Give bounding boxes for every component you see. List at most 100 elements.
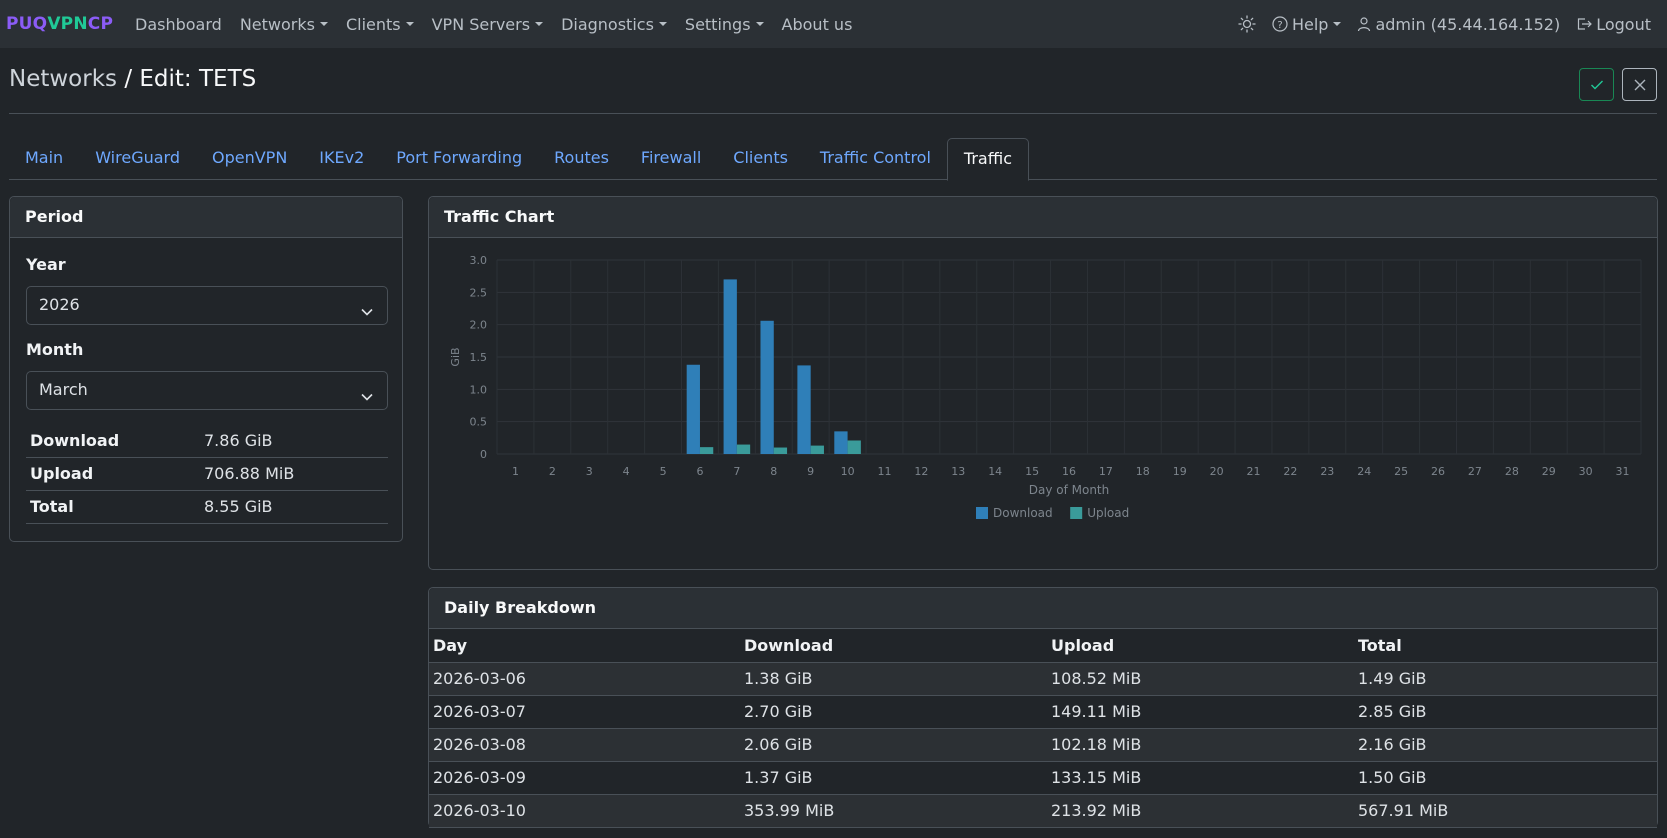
x-tick-label: 1 (512, 465, 519, 478)
tab-ikev2[interactable]: IKEv2 (303, 138, 380, 180)
x-tick-label: 8 (770, 465, 777, 478)
nav-dashboard[interactable]: Dashboard (135, 15, 222, 34)
summary-row-upload: Upload 706.88 MiB (26, 457, 388, 491)
logout-icon (1576, 16, 1593, 32)
cell-total: 2.16 GiB (1354, 728, 1657, 762)
cell-day: 2026-03-07 (429, 695, 740, 729)
tab-wireguard[interactable]: WireGuard (79, 138, 196, 180)
tab-openvpn[interactable]: OpenVPN (196, 138, 303, 180)
nav-settings[interactable]: Settings (685, 15, 764, 34)
summary-value: 706.88 MiB (200, 457, 388, 491)
bar-upload-day-9 (810, 445, 824, 454)
cell-download: 2.06 GiB (740, 728, 1047, 762)
x-tick-label: 25 (1394, 465, 1408, 478)
user-menu[interactable]: admin (45.44.164.152) (1357, 15, 1560, 34)
summary-row-download: Download 7.86 GiB (26, 424, 388, 458)
x-tick-label: 27 (1468, 465, 1482, 478)
traffic-chart-header: Traffic Chart (429, 197, 1657, 238)
cell-total: 1.49 GiB (1354, 662, 1657, 696)
x-tick-label: 26 (1431, 465, 1445, 478)
bar-upload-day-7 (736, 444, 751, 454)
tab-routes[interactable]: Routes (538, 138, 625, 180)
tab-traffic-control[interactable]: Traffic Control (804, 138, 947, 180)
tab-bar: Main WireGuard OpenVPN IKEv2 Port Forwar… (9, 138, 1657, 181)
x-tick-label: 9 (807, 465, 814, 478)
summary-key: Download (26, 424, 200, 458)
bar-download-day-7 (723, 279, 737, 454)
summary-value: 8.55 GiB (200, 490, 388, 524)
column-header-download: Download (740, 629, 1047, 663)
y-tick-label: 1.5 (470, 351, 488, 364)
bar-upload-day-6 (699, 447, 714, 454)
x-tick-label: 6 (696, 465, 703, 478)
x-tick-label: 17 (1099, 465, 1113, 478)
bar-download-day-6 (686, 364, 700, 454)
x-tick-label: 31 (1616, 465, 1630, 478)
bar-download-day-10 (834, 431, 848, 454)
table-header-row: Day Download Upload Total (429, 629, 1657, 663)
help-menu[interactable]: ? Help (1272, 15, 1342, 34)
theme-toggle-button[interactable] (1238, 15, 1256, 33)
daily-breakdown-table: Day Download Upload Total 2026-03-06 1.38… (429, 629, 1657, 828)
close-icon (1633, 78, 1647, 92)
summary-row-total: Total 8.55 GiB (26, 490, 388, 524)
x-tick-label: 28 (1505, 465, 1519, 478)
bar-upload-day-8 (773, 447, 788, 454)
y-tick-label: 1.0 (470, 383, 488, 396)
nav-vpn-servers[interactable]: VPN Servers (432, 15, 544, 34)
x-tick-label: 4 (623, 465, 630, 478)
person-icon (1357, 16, 1371, 32)
brand-logo[interactable]: PUQVPNCP (0, 14, 126, 34)
x-tick-label: 18 (1136, 465, 1150, 478)
daily-breakdown-card: Daily Breakdown Day Download Upload Tota… (428, 587, 1658, 828)
year-select[interactable]: 2026 (26, 286, 388, 325)
x-tick-label: 2 (549, 465, 556, 478)
save-button[interactable] (1579, 68, 1614, 101)
tab-main[interactable]: Main (9, 138, 79, 180)
brand-part-1: PUQ (6, 14, 48, 34)
sun-icon (1238, 15, 1256, 33)
tab-traffic[interactable]: Traffic (946, 138, 1029, 181)
page-header: Networks / Edit: TETS (9, 66, 1657, 114)
summary-key: Total (26, 490, 200, 524)
logout-button[interactable]: Logout (1576, 15, 1651, 34)
nav-clients[interactable]: Clients (346, 15, 414, 34)
x-tick-label: 3 (586, 465, 593, 478)
x-tick-label: 23 (1320, 465, 1334, 478)
x-tick-label: 24 (1357, 465, 1371, 478)
caret-down-icon (405, 22, 414, 26)
breadcrumb-networks[interactable]: Networks (9, 66, 117, 92)
legend-swatch-download (976, 507, 988, 519)
nav-diagnostics[interactable]: Diagnostics (561, 15, 667, 34)
y-tick-label: 0.5 (470, 416, 488, 429)
tab-port-forwarding[interactable]: Port Forwarding (380, 138, 538, 180)
check-icon (1590, 79, 1604, 91)
y-tick-label: 2.5 (470, 286, 488, 299)
x-tick-label: 29 (1542, 465, 1556, 478)
cell-day: 2026-03-06 (429, 662, 740, 696)
x-tick-label: 30 (1579, 465, 1593, 478)
cell-upload: 108.52 MiB (1047, 662, 1354, 696)
cell-download: 1.37 GiB (740, 761, 1047, 795)
cell-total: 567.91 MiB (1354, 794, 1657, 828)
summary-key: Upload (26, 457, 200, 491)
close-button[interactable] (1622, 68, 1657, 101)
x-tick-label: 14 (988, 465, 1002, 478)
period-card: Period Year 2026 Month March Download 7.8… (9, 196, 403, 542)
month-select[interactable]: March (26, 371, 388, 410)
svg-text:?: ? (1277, 20, 1282, 31)
x-tick-label: 13 (951, 465, 965, 478)
tab-firewall[interactable]: Firewall (625, 138, 717, 180)
summary-value: 7.86 GiB (200, 424, 388, 458)
legend-label-download: Download (993, 506, 1053, 520)
nav-networks[interactable]: Networks (240, 15, 328, 34)
x-tick-label: 12 (914, 465, 928, 478)
table-row: 2026-03-08 2.06 GiB 102.18 MiB 2.16 GiB (429, 728, 1657, 762)
tab-clients[interactable]: Clients (717, 138, 804, 180)
question-circle-icon: ? (1272, 16, 1288, 32)
month-select-value: March (39, 380, 88, 399)
nav-about-us[interactable]: About us (782, 15, 853, 34)
cell-upload: 133.15 MiB (1047, 761, 1354, 795)
legend-swatch-upload (1070, 507, 1083, 519)
x-tick-label: 10 (841, 465, 855, 478)
